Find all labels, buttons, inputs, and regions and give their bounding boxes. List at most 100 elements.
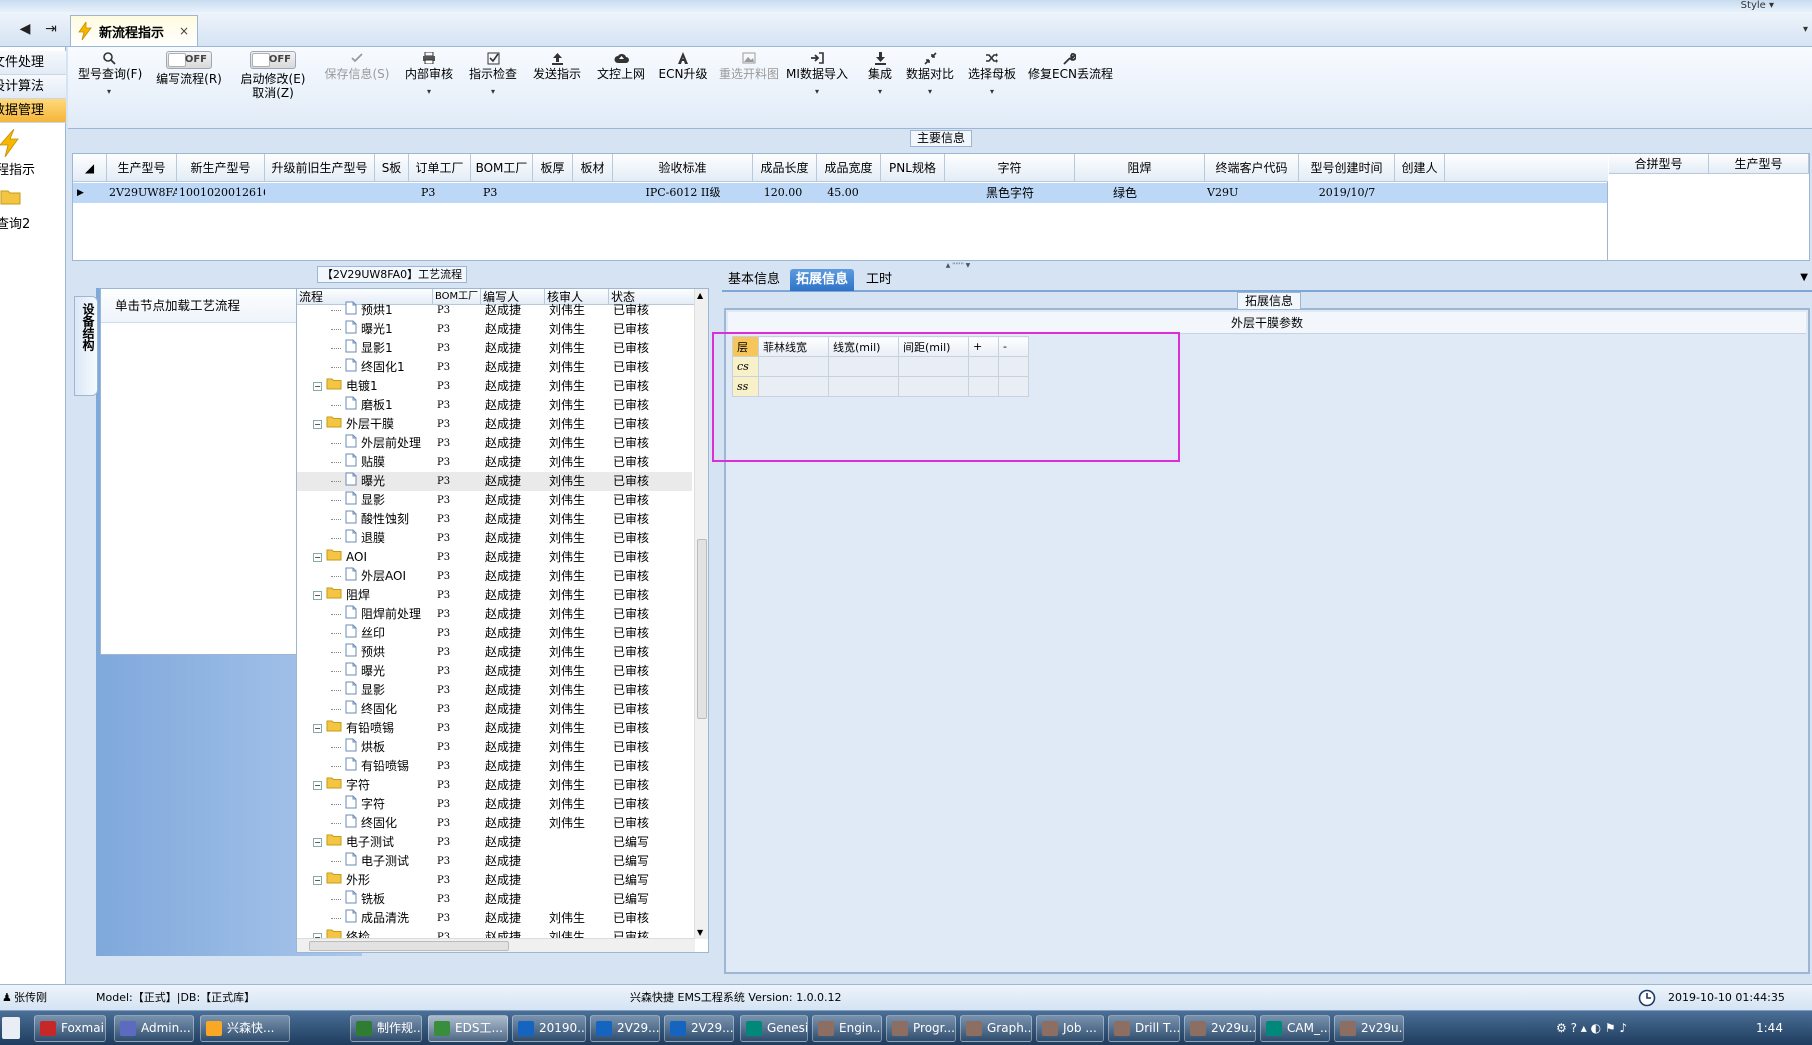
forward-button[interactable]: ⇥	[40, 20, 62, 38]
tree-node[interactable]: 显影 P3 赵成捷 刘伟生 已审核	[297, 491, 692, 510]
col-prod-model[interactable]: 生产型号	[107, 154, 177, 182]
taskbar-button[interactable]: Admin...	[114, 1015, 194, 1042]
col-combine-model[interactable]: 合拼型号	[1609, 154, 1709, 174]
tree-node[interactable]: 酸性蚀刻 P3 赵成捷 刘伟生 已审核	[297, 510, 692, 529]
tree-node[interactable]: − 电镀1 P3 赵成捷 刘伟生 已审核	[297, 377, 692, 396]
taskbar-button[interactable]: 20190...	[512, 1015, 586, 1042]
collapse-toggle-icon[interactable]: −	[313, 553, 322, 562]
collapse-toggle-icon[interactable]: −	[313, 382, 322, 391]
tree-node[interactable]: 烘板 P3 赵成捷 刘伟生 已审核	[297, 738, 692, 757]
tree-node[interactable]: 曝光 P3 赵成捷 刘伟生 已审核	[297, 662, 692, 681]
col-order-factory[interactable]: 订单工厂	[409, 154, 471, 182]
col-standard[interactable]: 验收标准	[613, 154, 753, 182]
select-mother-board-button[interactable]: 选择母板 ▾	[964, 49, 1020, 96]
taskbar-button[interactable]: 制作规...	[350, 1015, 422, 1042]
internal-review-button[interactable]: 内部审核 ▾	[402, 49, 456, 96]
tree-node[interactable]: 有铅喷锡 P3 赵成捷 刘伟生 已审核	[297, 757, 692, 776]
tree-node[interactable]: − 有铅喷锡 P3 赵成捷 刘伟生 已审核	[297, 719, 692, 738]
tree-node[interactable]: 曝光1 P3 赵成捷 刘伟生 已审核	[297, 320, 692, 339]
table-row[interactable]: ▶ 2V29UW8FA0 10010200126167 P3 P3 IPC-60…	[73, 183, 1607, 203]
collapse-toggle-icon[interactable]: −	[313, 724, 322, 733]
taskbar-button[interactable]: CAM_...	[1260, 1015, 1330, 1042]
tree-node[interactable]: 磨板1 P3 赵成捷 刘伟生 已审核	[297, 396, 692, 415]
tree-node[interactable]: 退膜 P3 赵成捷 刘伟生 已审核	[297, 529, 692, 548]
reselect-material-button[interactable]: 重选开料图	[716, 49, 782, 81]
scroll-up-icon[interactable]: ▲	[697, 291, 703, 300]
tree-node[interactable]: 曝光 P3 赵成捷 刘伟生 已审核	[297, 472, 692, 491]
taskbar-button[interactable]: 2v29u...	[1334, 1015, 1404, 1042]
upload-doc-button[interactable]: 文控上网	[594, 49, 648, 81]
col-bom-factory[interactable]: BOM工厂	[471, 154, 533, 182]
back-button[interactable]: ◀	[14, 20, 36, 38]
nav-query2[interactable]: 查询2	[0, 213, 30, 232]
col-solder-mask[interactable]: 阻焊	[1075, 154, 1205, 182]
tree-vertical-scrollbar[interactable]: ▲ ▼	[694, 289, 708, 939]
tree-node[interactable]: − AOI P3 赵成捷 刘伟生 已审核	[297, 548, 692, 567]
write-flow-toggle[interactable]: OFF	[166, 51, 212, 69]
tree-node[interactable]: 贴膜 P3 赵成捷 刘伟生 已审核	[297, 453, 692, 472]
collapse-toggle-icon[interactable]: −	[313, 838, 322, 847]
tree-node[interactable]: 成品清洗 P3 赵成捷 刘伟生 已审核	[297, 909, 692, 928]
tree-node[interactable]: − 电子测试 P3 赵成捷 已编写	[297, 833, 692, 852]
tree-node[interactable]: 外层前处理 P3 赵成捷 刘伟生 已审核	[297, 434, 692, 453]
scroll-down-icon[interactable]: ▼	[697, 928, 703, 937]
nav-item-file-processing[interactable]: 文件处理	[0, 51, 66, 75]
ecn-upgrade-button[interactable]: ECN升级	[658, 49, 708, 81]
start-button[interactable]	[2, 1017, 20, 1039]
tab-extended-info[interactable]: 拓展信息	[790, 269, 855, 291]
col-thickness[interactable]: 板厚	[533, 154, 573, 182]
col-pnl[interactable]: PNL规格	[881, 154, 945, 182]
collapse-toggle-icon[interactable]: −	[313, 420, 322, 429]
nav-item-design-algorithm[interactable]: 设计算法	[0, 75, 66, 99]
tree-node[interactable]: − 外层干膜 P3 赵成捷 刘伟生 已审核	[297, 415, 692, 434]
scroll-thumb[interactable]	[309, 941, 509, 951]
scroll-thumb[interactable]	[697, 539, 707, 719]
tree-node[interactable]: 终固化 P3 赵成捷 刘伟生 已审核	[297, 814, 692, 833]
col-legend[interactable]: 字符	[945, 154, 1075, 182]
col-old-model[interactable]: 升级前旧生产型号	[265, 154, 375, 182]
save-info-button[interactable]: 保存信息(S)	[322, 49, 392, 81]
tree-node[interactable]: 显影1 P3 赵成捷 刘伟生 已审核	[297, 339, 692, 358]
taskbar-button[interactable]: Job ...	[1036, 1015, 1104, 1042]
taskbar-button[interactable]: Graph...	[960, 1015, 1032, 1042]
data-compare-button[interactable]: 数据对比 ▾	[902, 49, 958, 96]
tree-node[interactable]: − 外形 P3 赵成捷 已编写	[297, 871, 692, 890]
col-s-board[interactable]: S板	[375, 154, 409, 182]
integrate-button[interactable]: 集成 ▾	[860, 49, 900, 96]
mi-import-button[interactable]: MI数据导入 ▾	[784, 49, 850, 96]
write-flow-button[interactable]: OFF 编写流程(R)	[152, 49, 226, 86]
nav-flow-instruction[interactable]: 程指示	[0, 159, 35, 178]
tree-node[interactable]: 外层AOI P3 赵成捷 刘伟生 已审核	[297, 567, 692, 586]
tree-node[interactable]: 终固化 P3 赵成捷 刘伟生 已审核	[297, 700, 692, 719]
tree-horizontal-scrollbar[interactable]	[297, 938, 695, 952]
tray-icons[interactable]: ⚙ ? ▴ ◐ ⚑ ♪	[1556, 1011, 1627, 1045]
close-tab-button[interactable]: ×	[179, 24, 189, 38]
tree-node[interactable]: − 字符 P3 赵成捷 刘伟生 已审核	[297, 776, 692, 795]
tree-node[interactable]: 铣板 P3 赵成捷 已编写	[297, 890, 692, 909]
tree-node[interactable]: 丝印 P3 赵成捷 刘伟生 已审核	[297, 624, 692, 643]
taskbar-button[interactable]: 兴森快...	[200, 1015, 290, 1042]
collapse-toggle-icon[interactable]: −	[313, 591, 322, 600]
send-instruction-button[interactable]: 发送指示	[530, 49, 584, 81]
nav-item-data-management[interactable]: 数据管理	[0, 99, 66, 123]
model-query-button[interactable]: 型号查询(F) ▾	[78, 49, 142, 96]
col-creator[interactable]: 创建人	[1395, 154, 1445, 182]
chevron-down-icon[interactable]: ▼	[1800, 272, 1808, 283]
taskbar-button[interactable]: 2V29...	[590, 1015, 660, 1042]
tree-node[interactable]: 预烘 P3 赵成捷 刘伟生 已审核	[297, 643, 692, 662]
col-created[interactable]: 型号创建时间	[1299, 154, 1395, 182]
col-combine-prod-model[interactable]: 生产型号	[1709, 154, 1809, 174]
col-material[interactable]: 板材	[573, 154, 613, 182]
tree-node[interactable]: 电子测试 P3 赵成捷 已编写	[297, 852, 692, 871]
tree-node[interactable]: 预烘1 P3 赵成捷 刘伟生 已审核	[297, 301, 692, 320]
tree-node[interactable]: − 阻焊 P3 赵成捷 刘伟生 已审核	[297, 586, 692, 605]
collapse-toggle-icon[interactable]: −	[313, 876, 322, 885]
taskbar-button[interactable]: Progr...	[886, 1015, 956, 1042]
tree-node[interactable]: 终固化1 P3 赵成捷 刘伟生 已审核	[297, 358, 692, 377]
tree-node[interactable]: 字符 P3 赵成捷 刘伟生 已审核	[297, 795, 692, 814]
taskbar-button[interactable]: Foxmail	[34, 1015, 106, 1042]
instruction-check-button[interactable]: 指示检查 ▾	[466, 49, 520, 96]
taskbar-button[interactable]: Genesis	[740, 1015, 808, 1042]
taskbar-button[interactable]: Drill T...	[1108, 1015, 1180, 1042]
taskbar-button[interactable]: EDS工...	[428, 1015, 508, 1042]
